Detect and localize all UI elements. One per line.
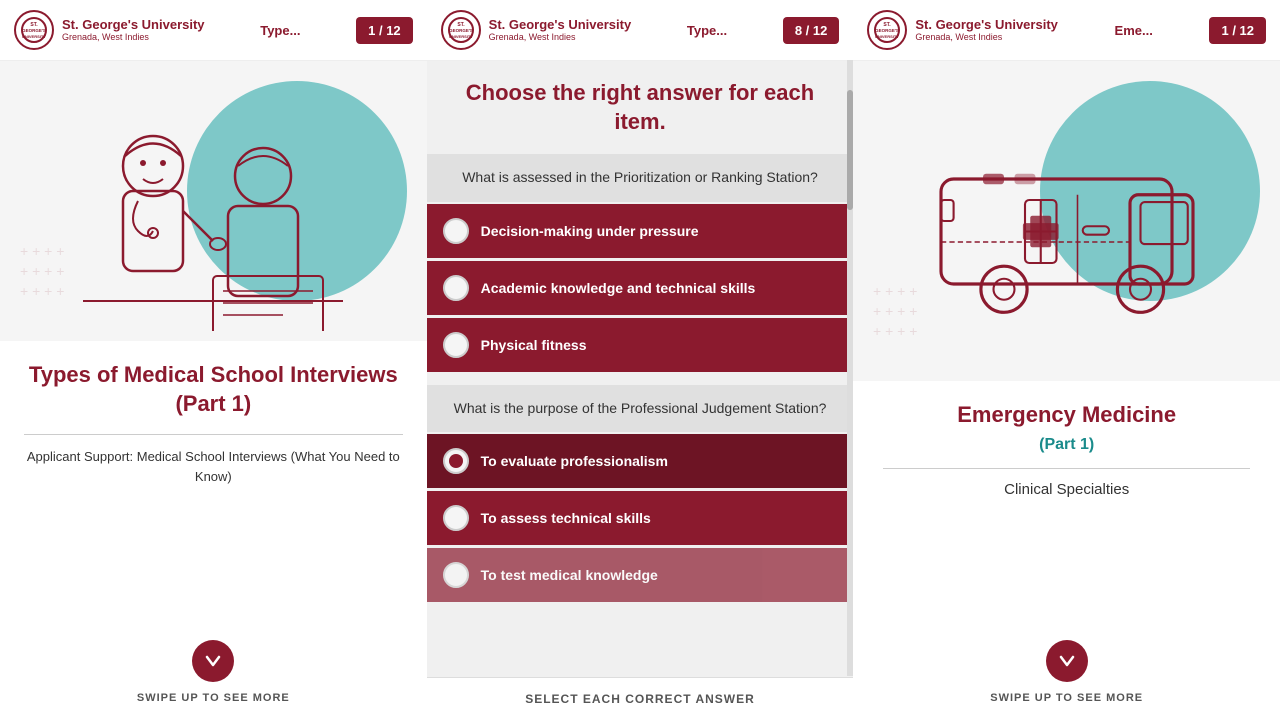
right-body: Emergency Medicine (Part 1) Clinical Spe… (853, 381, 1280, 624)
right-tag: Eme... (1058, 23, 1210, 38)
right-panel: ST. GEORGE'S UNIVERSITY St. George's Uni… (853, 0, 1280, 720)
radio-1-1 (443, 218, 469, 244)
radio-2-2 (443, 505, 469, 531)
left-illustration: + + + + + + + + + + + + (0, 61, 427, 341)
middle-logo: ST. GEORGE'S UNIVERSITY St. George's Uni… (441, 10, 632, 50)
radio-1-3 (443, 332, 469, 358)
doctor-illustration (73, 71, 353, 331)
answer-2-3-button[interactable]: To test medical knowledge (427, 548, 854, 602)
answer-1-3-button[interactable]: Physical fitness (427, 318, 854, 372)
right-divider (883, 468, 1250, 469)
chevron-down-icon (204, 652, 222, 670)
ambulance-illustration: + + + + + + + + + + + + (853, 61, 1280, 381)
svg-text:GEORGE'S: GEORGE'S (449, 28, 473, 33)
right-bottom: SWIPE UP TO SEE MORE (853, 624, 1280, 720)
ambulance-svg (897, 116, 1237, 326)
answer-1-2-button[interactable]: Academic knowledge and technical skills (427, 261, 854, 315)
left-swipe-label: SWIPE UP TO SEE MORE (137, 692, 290, 704)
middle-university-location: Grenada, West Indies (489, 32, 632, 43)
left-logo: ST. GEORGE'S UNIVERSITY St. George's Uni… (14, 10, 205, 50)
right-swipe-button[interactable] (1046, 640, 1088, 682)
radio-2-3 (443, 562, 469, 588)
question-2-block: What is the purpose of the Professional … (427, 385, 854, 433)
right-counter: 1 / 12 (1209, 17, 1266, 44)
left-logo-text: St. George's University Grenada, West In… (62, 17, 205, 43)
question-1-text: What is assessed in the Prioritization o… (445, 168, 836, 188)
left-body: Types of Medical School Interviews (Part… (0, 341, 427, 624)
svg-text:+ + + +: + + + + (20, 243, 64, 259)
svg-text:+ + + +: + + + + (20, 263, 64, 279)
middle-panel: ST. GEORGE'S UNIVERSITY St. George's Uni… (427, 0, 854, 720)
middle-content[interactable]: Choose the right answer for each item. W… (427, 61, 854, 677)
right-part-label: (Part 1) (1039, 436, 1094, 454)
right-university-name: St. George's University (915, 17, 1058, 33)
left-header: ST. GEORGE'S UNIVERSITY St. George's Uni… (0, 0, 427, 61)
middle-tag: Type... (631, 23, 783, 38)
right-clinical: Clinical Specialties (1004, 481, 1129, 498)
question-2-text: What is the purpose of the Professional … (445, 399, 836, 419)
left-subtitle: Applicant Support: Medical School Interv… (24, 447, 403, 486)
middle-university-name: St. George's University (489, 17, 632, 33)
svg-text:UNIVERSITY: UNIVERSITY (875, 34, 899, 39)
left-panel: ST. GEORGE'S UNIVERSITY St. George's Uni… (0, 0, 427, 720)
left-university-name: St. George's University (62, 17, 205, 33)
answer-2-1-button[interactable]: To evaluate professionalism (427, 434, 854, 488)
radio-1-2 (443, 275, 469, 301)
middle-logo-icon: ST. GEORGE'S UNIVERSITY (441, 10, 481, 50)
left-main-title: Types of Medical School Interviews (Part… (24, 361, 403, 418)
answer-1-1-label: Decision-making under pressure (481, 223, 699, 239)
right-logo-icon: ST. GEORGE'S UNIVERSITY (867, 10, 907, 50)
svg-text:UNIVERSITY: UNIVERSITY (449, 34, 473, 39)
middle-logo-text: St. George's University Grenada, West In… (489, 17, 632, 43)
left-logo-icon: ST. GEORGE'S UNIVERSITY (14, 10, 54, 50)
left-divider (24, 434, 403, 435)
answer-2-2-label: To assess technical skills (481, 510, 651, 526)
radio-2-1 (443, 448, 469, 474)
right-logo-text: St. George's University Grenada, West In… (915, 17, 1058, 43)
left-counter: 1 / 12 (356, 17, 413, 44)
answer-2-3-label: To test medical knowledge (481, 567, 658, 583)
svg-text:UNIVERSITY: UNIVERSITY (22, 34, 46, 39)
question-gap (427, 375, 854, 385)
right-header: ST. GEORGE'S UNIVERSITY St. George's Uni… (853, 0, 1280, 61)
answer-2-1-label: To evaluate professionalism (481, 453, 668, 469)
question-1-block: What is assessed in the Prioritization o… (427, 154, 854, 202)
select-label: SELECT EACH CORRECT ANSWER (525, 692, 755, 706)
middle-bottom-bar: SELECT EACH CORRECT ANSWER (427, 677, 854, 720)
right-university-location: Grenada, West Indies (915, 32, 1058, 43)
quiz-header: Choose the right answer for each item. (427, 61, 854, 154)
middle-header: ST. GEORGE'S UNIVERSITY St. George's Uni… (427, 0, 854, 61)
quiz-title: Choose the right answer for each item. (447, 79, 834, 136)
svg-text:+ + + +: + + + + (20, 283, 64, 299)
left-university-location: Grenada, West Indies (62, 32, 205, 43)
answer-2-2-button[interactable]: To assess technical skills (427, 491, 854, 545)
answer-1-3-label: Physical fitness (481, 337, 587, 353)
answer-1-2-label: Academic knowledge and technical skills (481, 280, 756, 296)
right-swipe-label: SWIPE UP TO SEE MORE (990, 692, 1143, 704)
left-swipe-button[interactable] (192, 640, 234, 682)
left-bottom: SWIPE UP TO SEE MORE (0, 624, 427, 720)
right-logo: ST. GEORGE'S UNIVERSITY St. George's Uni… (867, 10, 1058, 50)
left-tag: Type... (205, 23, 357, 38)
right-main-title: Emergency Medicine (957, 401, 1176, 430)
chevron-down-icon (1058, 652, 1076, 670)
svg-text:GEORGE'S: GEORGE'S (875, 28, 899, 33)
svg-text:GEORGE'S: GEORGE'S (22, 28, 46, 33)
middle-counter: 8 / 12 (783, 17, 840, 44)
answer-1-1-button[interactable]: Decision-making under pressure (427, 204, 854, 258)
